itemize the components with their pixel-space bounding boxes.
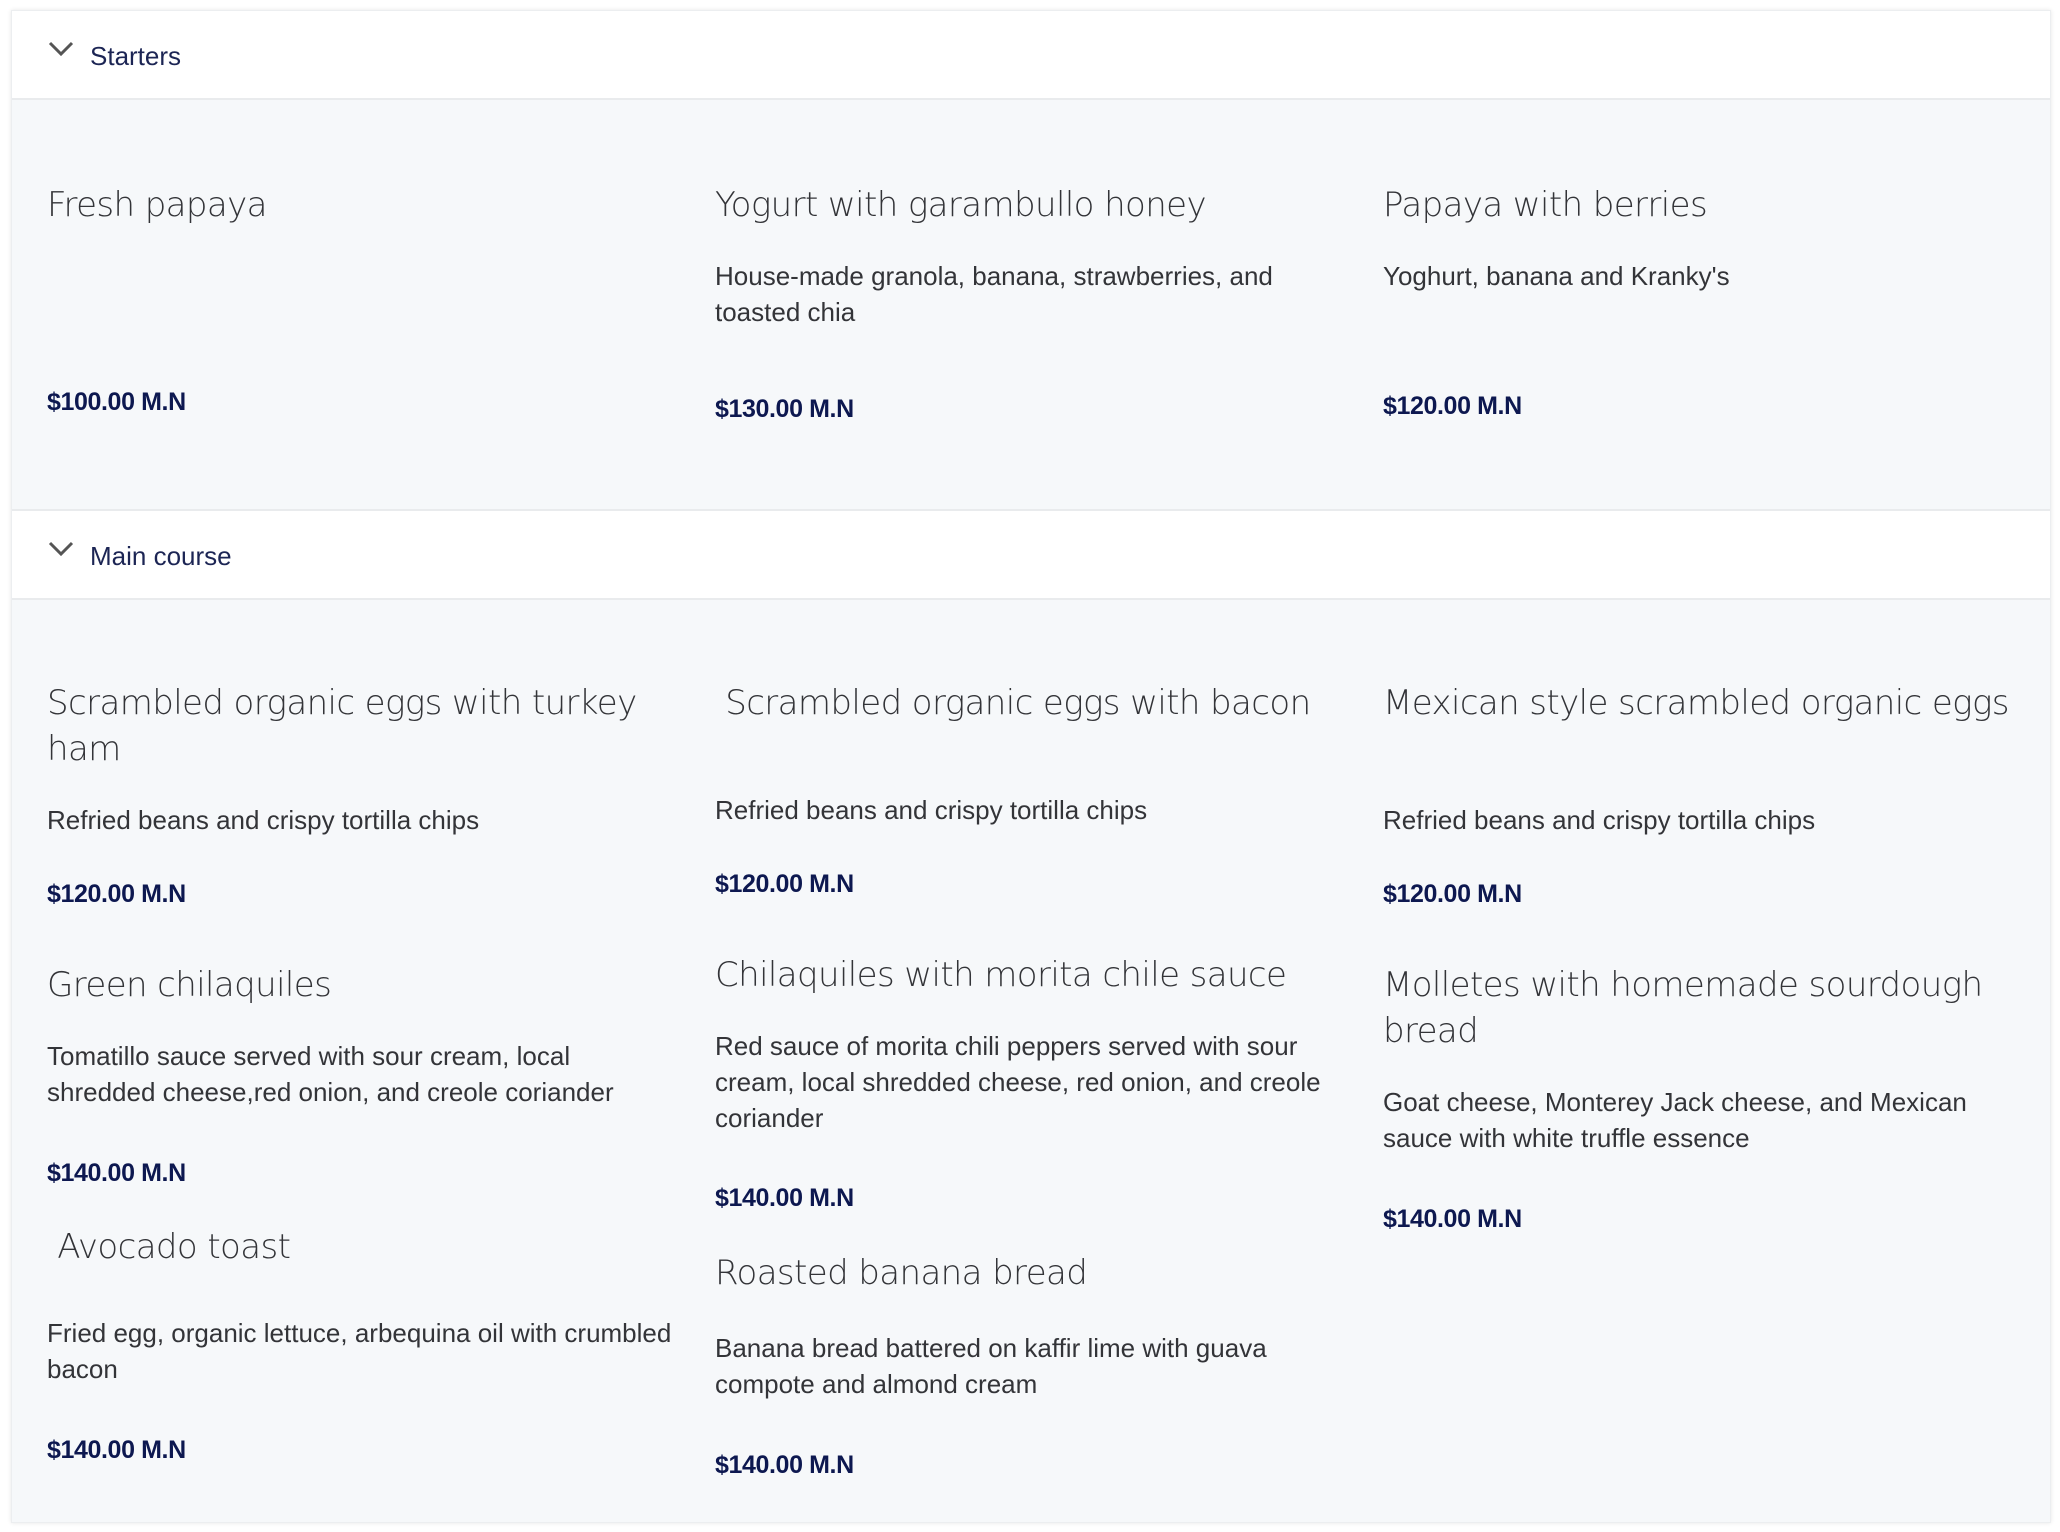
- item-description: Goat cheese, Monterey Jack cheese, and M…: [1383, 1087, 1967, 1153]
- item-title: Papaya with berries: [1383, 185, 1708, 225]
- section-label: Main course: [90, 541, 232, 571]
- item-description: Banana bread battered on kaffir lime wit…: [715, 1333, 1267, 1399]
- item-description: Yoghurt, banana and Kranky's: [1383, 261, 1730, 291]
- item-price: $120.00 M.N: [47, 880, 186, 908]
- item-price: $130.00 M.N: [715, 395, 854, 423]
- section-header-main-course[interactable]: Main course: [12, 509, 2050, 600]
- item-title: Mexican style scrambled organic eggs: [1383, 683, 2009, 723]
- item-price: $120.00 M.N: [1383, 880, 1522, 908]
- item-title: Molletes with homemade sourdough bread: [1383, 965, 1983, 1051]
- item-description: Red sauce of morita chili peppers served…: [715, 1031, 1321, 1133]
- chevron-down-icon: [48, 541, 74, 557]
- section-label: Starters: [90, 41, 182, 71]
- menu-item: Avocado toast Fried egg, organic lettuce…: [47, 1224, 677, 1464]
- item-price: $120.00 M.N: [1383, 392, 1522, 420]
- item-description: House-made granola, banana, strawberries…: [715, 261, 1273, 327]
- menu-item: Chilaquiles with morita chile sauce Red …: [715, 952, 1345, 1212]
- item-title: Chilaquiles with morita chile sauce: [715, 955, 1287, 995]
- menu-accordion: Starters Fresh papaya $100.00 M.N Yogurt…: [11, 10, 2051, 1523]
- menu-item: Fresh papaya $100.00 M.N: [47, 182, 677, 416]
- item-description: Refried beans and crispy tortilla chips: [715, 795, 1148, 825]
- item-title: Scrambled organic eggs with turkey ham: [47, 683, 637, 769]
- item-description: Tomatillo sauce served with sour cream, …: [47, 1041, 614, 1107]
- item-price: $140.00 M.N: [1383, 1205, 1522, 1233]
- item-price: $140.00 M.N: [47, 1436, 186, 1464]
- item-title: Green chilaquiles: [47, 965, 332, 1005]
- item-price: $120.00 M.N: [715, 870, 854, 898]
- item-title: Yogurt with garambullo honey: [715, 185, 1207, 225]
- item-description: Refried beans and crispy tortilla chips: [1383, 805, 1816, 835]
- menu-item: Molletes with homemade sourdough bread G…: [1383, 962, 2013, 1233]
- item-title: Avocado toast: [47, 1227, 291, 1267]
- item-title: Roasted banana bread: [715, 1253, 1088, 1293]
- item-description: Refried beans and crispy tortilla chips: [47, 805, 480, 835]
- item-title: Fresh papaya: [47, 185, 268, 225]
- chevron-down-icon: [48, 41, 74, 57]
- menu-item: Scrambled organic eggs with bacon Refrie…: [715, 680, 1345, 898]
- menu-item: Yogurt with garambullo honey House-made …: [715, 182, 1345, 423]
- menu-item: Roasted banana bread Banana bread batter…: [715, 1250, 1345, 1479]
- item-price: $100.00 M.N: [47, 388, 186, 416]
- item-title: Scrambled organic eggs with bacon: [715, 683, 1311, 723]
- item-description: Fried egg, organic lettuce, arbequina oi…: [47, 1318, 672, 1384]
- item-price: $140.00 M.N: [47, 1159, 186, 1187]
- menu-item: Scrambled organic eggs with turkey ham R…: [47, 680, 677, 908]
- menu-item: Green chilaquiles Tomatillo sauce served…: [47, 962, 677, 1187]
- section-header-starters[interactable]: Starters: [12, 11, 2050, 100]
- item-price: $140.00 M.N: [715, 1451, 854, 1479]
- item-price: $140.00 M.N: [715, 1184, 854, 1212]
- menu-item: Mexican style scrambled organic eggs Ref…: [1383, 680, 2013, 908]
- menu-item: Papaya with berries Yoghurt, banana and …: [1383, 182, 2013, 420]
